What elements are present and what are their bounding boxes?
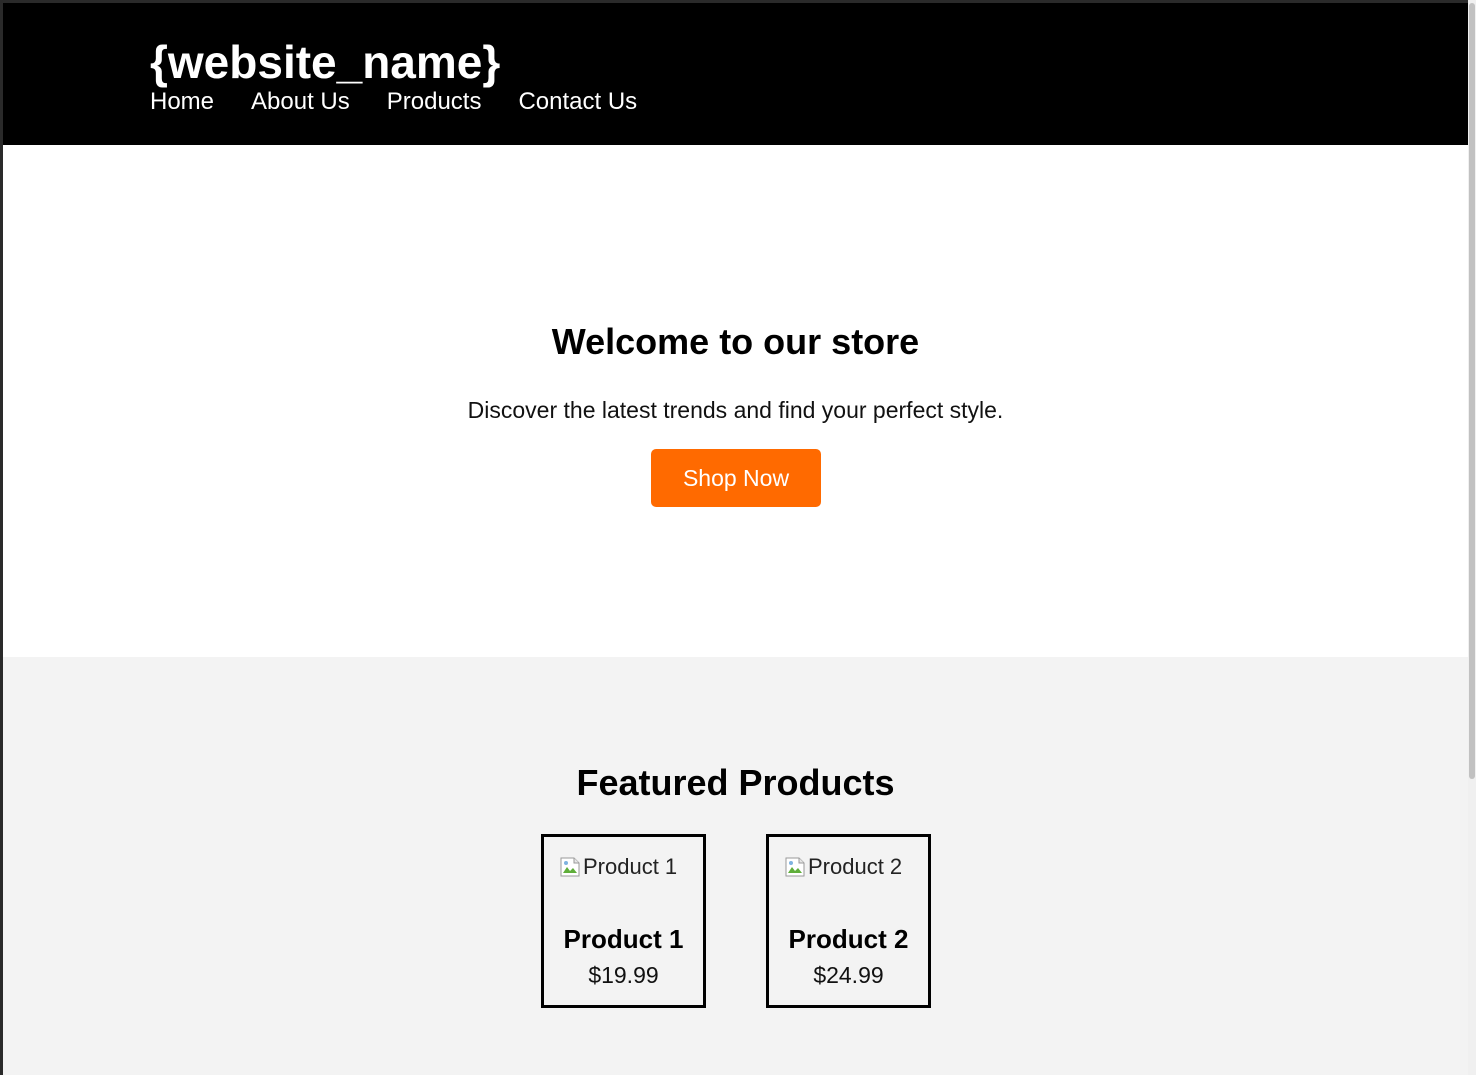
hero-subtitle: Discover the latest trends and find your…	[467, 397, 1004, 423]
product-card-2[interactable]: Product 2 Product 2 $24.99	[766, 834, 931, 1008]
product-price-1: $19.99	[588, 962, 659, 988]
nav-link-home[interactable]: Home	[150, 87, 214, 117]
hero-section: Welcome to our store Discover the latest…	[3, 145, 1468, 657]
product-image-1: Product 1	[559, 853, 677, 881]
product-image-2-alt: Product 2	[808, 854, 903, 879]
browser-viewport: {website_name} Home About Us Products Co…	[0, 0, 1476, 1075]
vertical-scrollbar[interactable]	[1468, 0, 1476, 1075]
site-header: {website_name} Home About Us Products Co…	[3, 3, 1468, 145]
main-nav: Home About Us Products Contact Us	[150, 87, 637, 117]
product-name-2: Product 2	[788, 924, 909, 954]
broken-image-icon	[559, 856, 581, 878]
product-image-2: Product 2	[784, 853, 902, 881]
scrollbar-thumb[interactable]	[1469, 3, 1475, 779]
product-price-2: $24.99	[813, 962, 884, 988]
nav-link-products[interactable]: Products	[387, 87, 482, 117]
nav-link-about-us[interactable]: About Us	[251, 87, 350, 117]
nav-link-contact-us[interactable]: Contact Us	[518, 87, 637, 117]
shop-now-button[interactable]: Shop Now	[651, 449, 821, 507]
featured-title: Featured Products	[576, 762, 895, 803]
broken-image-icon	[784, 856, 806, 878]
product-image-1-alt: Product 1	[583, 854, 678, 879]
product-name-1: Product 1	[563, 924, 684, 954]
hero-title: Welcome to our store	[551, 321, 920, 362]
product-card-1[interactable]: Product 1 Product 1 $19.99	[541, 834, 706, 1008]
featured-products-section: Featured Products Product 1 Product 1 $1…	[3, 657, 1468, 1075]
site-title: {website_name}	[150, 36, 501, 88]
